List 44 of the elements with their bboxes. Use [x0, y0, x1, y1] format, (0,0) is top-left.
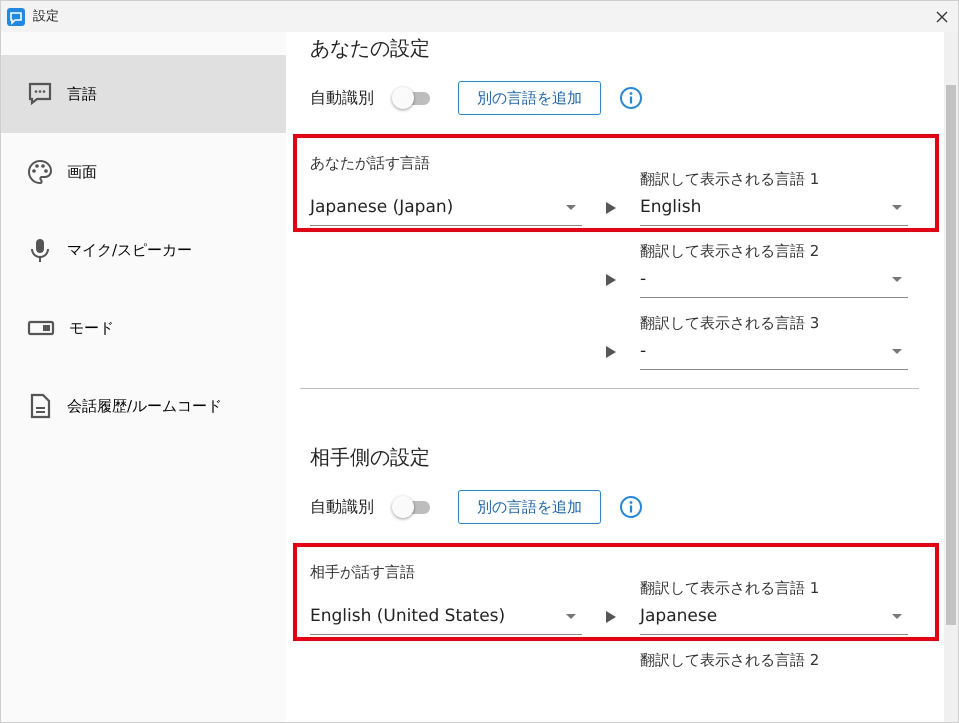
sidebar-item[interactable]: 言語	[1, 55, 286, 133]
toggle-label: 自動識別	[310, 496, 374, 518]
toggle-switch[interactable]	[392, 87, 432, 109]
language-dropdown[interactable]: English (United States)	[310, 599, 582, 635]
caret-icon	[892, 348, 902, 354]
add-language-button[interactable]: 別の言語を追加	[458, 80, 601, 116]
toggle-switch[interactable]	[392, 496, 432, 518]
add-language-button[interactable]: 別の言語を追加	[458, 490, 601, 524]
sidebar-item[interactable]: 会話履歴/ルームコード	[1, 367, 286, 445]
caret-icon	[892, 204, 902, 210]
field-label: 相手が話す言語	[310, 562, 416, 583]
field-label: 翻訳して表示される言語 1	[640, 169, 820, 190]
field-label: あなたが話す言語	[310, 153, 431, 174]
info-icon	[619, 86, 643, 110]
section-title: 相手側の設定	[310, 444, 431, 471]
field-label: 翻訳して表示される言語 3	[640, 313, 820, 334]
language-dropdown[interactable]: English	[640, 190, 908, 226]
app-icon	[7, 8, 25, 26]
field-label: 翻訳して表示される言語 1	[640, 578, 820, 599]
language-dropdown[interactable]: -	[640, 262, 908, 298]
window-title: 設定	[33, 8, 59, 26]
arrow-icon	[606, 274, 616, 286]
section-title: あなたの設定	[310, 35, 431, 62]
arrow-icon	[606, 202, 616, 214]
sidebar-item[interactable]: モード	[1, 289, 286, 367]
scrollbar-thumb[interactable]	[946, 85, 956, 625]
info-icon	[619, 495, 643, 519]
field-label: 翻訳して表示される言語 2	[640, 241, 820, 262]
caret-icon	[892, 276, 902, 282]
close-icon	[936, 10, 948, 22]
caret-icon	[566, 204, 576, 210]
toggle-label: 自動識別	[310, 87, 374, 109]
arrow-icon	[606, 346, 616, 358]
arrow-icon	[606, 611, 616, 623]
field-label: 翻訳して表示される言語 2	[640, 650, 820, 671]
caret-icon	[566, 614, 576, 620]
caret-icon	[892, 614, 902, 620]
language-dropdown[interactable]: Japanese	[640, 599, 908, 635]
language-dropdown[interactable]: -	[640, 334, 908, 370]
sidebar-item[interactable]: 画面	[1, 133, 286, 211]
chat-icon	[27, 81, 53, 107]
sidebar-item[interactable]: マイク/スピーカー	[1, 211, 286, 289]
palette-icon	[27, 159, 53, 185]
language-dropdown[interactable]: Japanese (Japan)	[310, 190, 582, 226]
